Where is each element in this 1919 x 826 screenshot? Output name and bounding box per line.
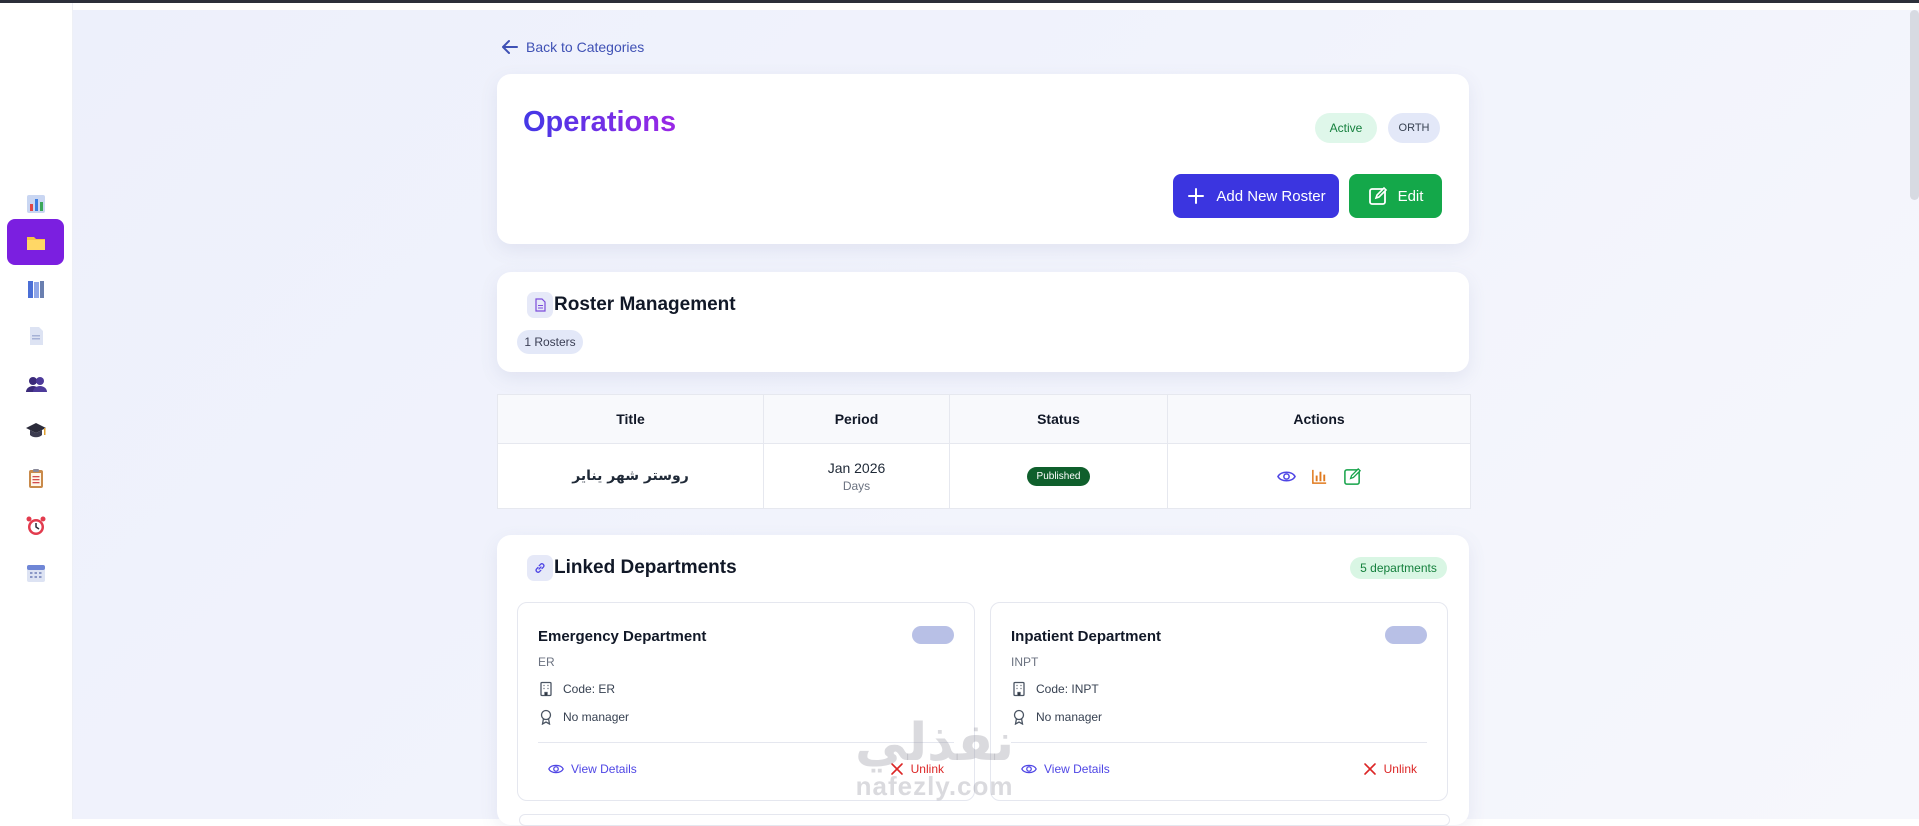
department-name: Emergency Department: [538, 628, 707, 645]
sidebar-item-categories[interactable]: [7, 219, 64, 265]
document-icon: [29, 327, 43, 345]
sidebar-item-documents[interactable]: [7, 313, 64, 359]
building-icon: [1013, 681, 1025, 697]
published-badge: Published: [1026, 466, 1091, 486]
roster-period: Jan 2026: [827, 459, 886, 476]
roster-title-cell: روستر شهر يناير: [572, 468, 689, 484]
sidebar-item-library[interactable]: [7, 266, 64, 312]
department-status-toggle[interactable]: [912, 626, 954, 644]
sidebar-item-tasks[interactable]: [7, 455, 64, 501]
award-icon: [540, 709, 552, 725]
edit-icon: [1368, 186, 1387, 205]
column-header-title: Title: [498, 395, 763, 444]
department-code: Code: INPT: [1036, 682, 1099, 696]
bar-chart-icon: [26, 195, 45, 213]
department-card: Inpatient Department INPT Code: INPT No …: [990, 602, 1448, 801]
watermark-latin: nafezly.com: [855, 771, 1014, 801]
watermark-arabic: نفذلي: [855, 713, 1015, 773]
divider: [1011, 742, 1427, 743]
department-short-code: INPT: [1011, 655, 1039, 669]
roster-period-unit: Days: [842, 478, 871, 493]
back-to-categories-link[interactable]: Back to Categories: [500, 37, 644, 57]
plus-icon: [1188, 188, 1205, 204]
roster-section-title: Roster Management: [554, 294, 736, 315]
column-header-status: Status: [950, 395, 1167, 444]
roster-period-cell: Jan 2026 Days: [764, 444, 949, 508]
sidebar-item-training[interactable]: [7, 408, 64, 454]
clipboard-icon: [28, 469, 43, 488]
link-icon: [527, 555, 553, 581]
document-icon: [527, 292, 553, 318]
edit-button[interactable]: Edit: [1349, 174, 1442, 218]
department-manager-row: No manager: [538, 709, 629, 725]
department-short-code: ER: [538, 655, 555, 669]
sidebar: [0, 3, 73, 819]
books-icon: [27, 281, 44, 298]
edit-icon[interactable]: [1343, 467, 1362, 486]
unlink-label: Unlink: [1383, 762, 1417, 776]
eye-icon[interactable]: [1276, 467, 1296, 486]
window-top-bar: [0, 0, 1919, 3]
arrow-left-icon: [502, 40, 518, 54]
department-manager-row: No manager: [1011, 709, 1102, 725]
scrollbar-thumb[interactable]: [1910, 10, 1919, 200]
department-status-toggle[interactable]: [1385, 626, 1427, 644]
departments-count-badge: 5 departments: [1350, 557, 1447, 579]
back-link-label: Back to Categories: [526, 39, 645, 55]
bar-chart-icon[interactable]: [1310, 467, 1329, 486]
eye-icon: [1021, 764, 1037, 774]
roster-management-card: Roster Management 1 Rosters: [497, 272, 1469, 372]
department-code-row: Code: ER: [538, 681, 615, 697]
roster-status-cell: Published: [950, 444, 1167, 508]
department-manager: No manager: [1036, 710, 1103, 724]
column-header-period: Period: [764, 395, 949, 444]
building-icon: [540, 681, 552, 697]
sidebar-item-staff[interactable]: [7, 361, 64, 407]
view-details-label: View Details: [1044, 762, 1110, 776]
folder-icon: [26, 237, 45, 250]
code-badge: ORTH: [1388, 113, 1440, 143]
roster-actions-cell: [1168, 444, 1470, 508]
users-icon: [25, 377, 47, 392]
department-code: Code: ER: [563, 682, 616, 696]
watermark-logo: نفذلي nafezly.com: [855, 715, 1014, 802]
roster-table: Title Period Status Actions روستر شهر ين…: [497, 394, 1471, 509]
category-header-card: Operations Active ORTH Add New Roster Ed…: [497, 74, 1469, 244]
department-manager: No manager: [563, 710, 630, 724]
add-new-roster-label: Add New Roster: [1216, 187, 1326, 205]
department-name: Inpatient Department: [1011, 628, 1162, 645]
unlink-button[interactable]: Unlink: [1362, 761, 1417, 777]
status-badge: Active: [1315, 113, 1377, 143]
calendar-icon: [26, 565, 45, 582]
view-details-label: View Details: [571, 762, 637, 776]
sidebar-item-shifts[interactable]: [7, 503, 64, 549]
edit-label: Edit: [1397, 187, 1424, 205]
view-details-link[interactable]: View Details: [548, 761, 637, 777]
sidebar-item-calendar[interactable]: [7, 550, 64, 596]
eye-icon: [548, 764, 564, 774]
department-card-partial: [519, 814, 1450, 826]
add-new-roster-button[interactable]: Add New Roster: [1173, 174, 1339, 218]
view-details-link[interactable]: View Details: [1021, 761, 1110, 777]
departments-section-title: Linked Departments: [554, 557, 737, 578]
graduation-cap-icon: [25, 423, 46, 438]
department-code-row: Code: INPT: [1011, 681, 1099, 697]
roster-count-badge: 1 Rosters: [517, 330, 583, 354]
alarm-clock-icon: [26, 516, 45, 535]
column-header-actions: Actions: [1168, 395, 1470, 444]
page-title: Operations: [523, 106, 677, 138]
close-icon: [1363, 763, 1376, 775]
